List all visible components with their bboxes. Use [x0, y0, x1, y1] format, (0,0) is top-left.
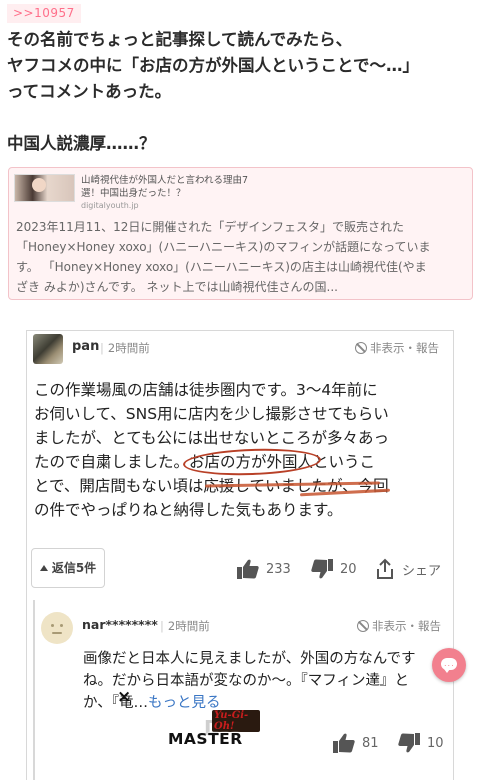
caret-up-icon [39, 565, 48, 571]
comment-timestamp: | 2時間前 [100, 341, 150, 355]
reply-text: 画像だと日本人に見えましたが、外国の方なんです ね。だから日本語が変なのか〜。『… [83, 651, 416, 711]
game-logo[interactable]: D Yu-Gi-Oh! MASTER [166, 710, 260, 760]
chat-button[interactable]: ... [432, 648, 466, 682]
article-thumbnail [14, 174, 75, 202]
read-more-link[interactable]: もっと見る [148, 695, 221, 711]
post-line: ってコメントあった。 [7, 82, 172, 101]
link-preview-card[interactable]: 山崎視代佳が外国人だと言われる理由7 選！中国出身だった！？ digitalyo… [8, 167, 473, 300]
close-icon[interactable]: × [117, 689, 131, 706]
comment-timestamp: | 2時間前 [160, 619, 210, 633]
dislike-button[interactable]: 20 [310, 558, 357, 580]
reply-anchor-link[interactable]: >>10957 [7, 4, 81, 23]
post-line: 中国人説濃厚……？ [7, 134, 156, 153]
avatar[interactable] [41, 612, 73, 644]
ban-icon [357, 620, 369, 632]
post-line: ヤフコメの中に「お店の方が外国人ということで〜…」 [7, 56, 420, 75]
reply-thread-line [33, 600, 35, 780]
post-line: その名前でちょっと記事探して読んでみたら、 [7, 30, 353, 49]
dislike-button[interactable]: 10 [397, 732, 444, 754]
highlight-circle: お店の方が外国人 [189, 453, 314, 471]
logo-text: MASTER [168, 730, 243, 748]
thumbs-up-icon [333, 733, 355, 753]
hide-report-link[interactable]: 非表示・報告 [357, 618, 441, 634]
thumbs-up-icon [237, 559, 259, 579]
share-button[interactable]: シェア [374, 558, 441, 580]
like-button[interactable]: 81 [332, 732, 379, 754]
show-replies-button[interactable]: 返信5件 [31, 548, 105, 588]
ban-icon [355, 342, 367, 354]
post-body: その名前でちょっと記事探して読んでみたら、 ヤフコメの中に「お店の方が外国人とい… [7, 27, 475, 157]
logo-text: Yu-Gi-Oh! [212, 710, 260, 732]
article-domain: digitalyouth.jp [81, 201, 139, 210]
hide-report-link[interactable]: 非表示・報告 [355, 340, 439, 356]
avatar[interactable] [33, 334, 63, 364]
article-title: 山崎視代佳が外国人だと言われる理由7 選！中国出身だった！？ [81, 175, 249, 199]
article-description: 2023年11月11、12日に開催された「デザインフェスタ」で販売された 「Ho… [16, 220, 431, 294]
comment-text: この作業場風の店舗は徒歩圏内です。3〜4年前に お伺いして、SNS用に店内を少し… [34, 381, 389, 519]
post-line [7, 105, 475, 131]
share-icon [377, 558, 393, 579]
thumbs-down-icon [311, 559, 333, 579]
comment-username[interactable]: pan [72, 339, 99, 354]
like-button[interactable]: 233 [236, 558, 291, 580]
thumbs-down-icon [398, 733, 420, 753]
comment-username[interactable]: nar******** [82, 617, 158, 632]
